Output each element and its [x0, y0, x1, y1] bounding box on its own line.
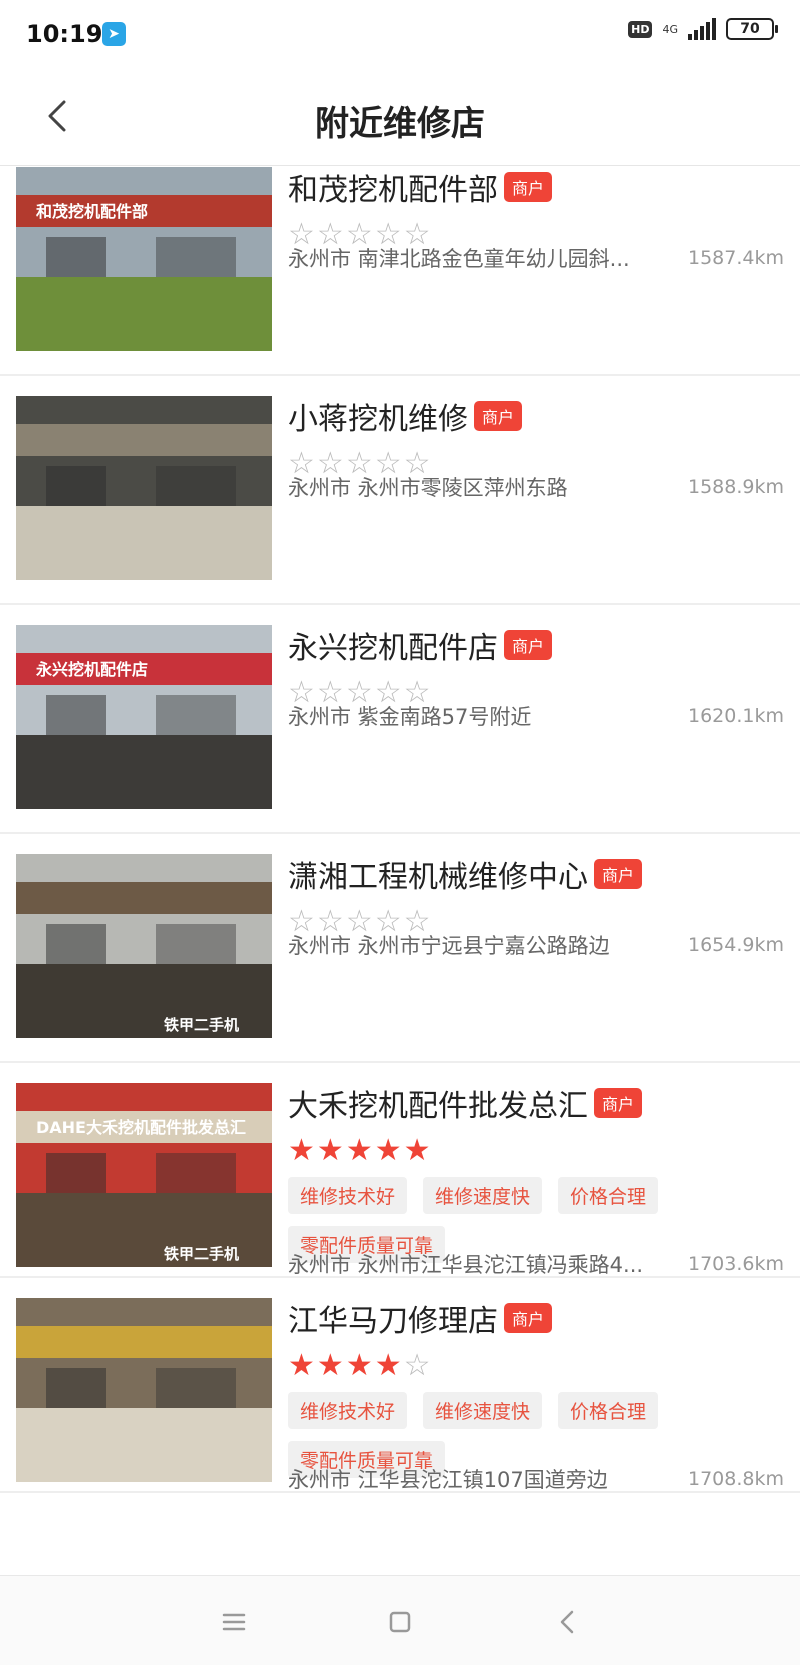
shop-distance: 1708.8km: [688, 1468, 784, 1490]
name-row: 小蒋挖机维修 商户: [288, 394, 784, 438]
status-bar: 10:19 ➤ HD 4G 70: [0, 0, 800, 70]
status-time: 10:19: [26, 20, 103, 48]
page-title: 附近维修店: [315, 104, 485, 144]
list-item[interactable]: 小蒋挖机维修 商户 ☆☆☆☆☆ 永州市 永州市零陵区萍州东路 1588.9km: [0, 376, 800, 605]
battery-icon: 70: [726, 18, 778, 40]
shop-name[interactable]: 小蒋挖机维修: [288, 394, 468, 438]
name-row: 和茂挖机配件部 商户: [288, 167, 784, 209]
shop-photo: 和茂挖机配件部: [16, 167, 272, 351]
system-nav-bar: [0, 1575, 800, 1665]
address-row: 永州市 南津北路金色童年幼儿园斜... 1587.4km: [288, 243, 784, 273]
shop-address: 永州市 江华县沱江镇107国道旁边: [288, 1468, 608, 1492]
name-row: 大禾挖机配件批发总汇 商户: [288, 1081, 784, 1125]
shop-address: 永州市 永州市江华县沱江镇冯乘路4...: [288, 1253, 644, 1277]
list-item[interactable]: 铁甲二手机 潇湘工程机械维修中心 商户 ☆☆☆☆☆ 永州市 永州市宁远县宁嘉公路…: [0, 834, 800, 1063]
merchant-badge: 商户: [594, 859, 643, 889]
list-item[interactable]: 江华马刀修理店 商户 ★★★★☆ 维修技术好 维修速度快 价格合理 零配件质量可靠 永…: [0, 1278, 800, 1493]
shop-photo: DAHE大禾挖机配件批发总汇 铁甲二手机: [16, 1083, 272, 1267]
menu-icon[interactable]: [214, 1602, 254, 1642]
status-right: HD 4G 70: [628, 18, 778, 40]
star-filled-icon: ★: [345, 1133, 375, 1168]
star-filled-icon: ★: [374, 1348, 404, 1383]
address-row: 永州市 永州市宁远县宁嘉公路路边 1654.9km: [288, 930, 784, 960]
shop-address: 永州市 永州市零陵区萍州东路: [288, 476, 568, 500]
telegram-icon: ➤: [102, 22, 126, 46]
shop-info: 永兴挖机配件店 商户 ☆☆☆☆☆ 永州市 紫金南路57号附近 1620.1km: [288, 623, 784, 729]
shop-distance: 1654.9km: [688, 934, 784, 956]
tag: 维修技术好: [288, 1177, 408, 1214]
shop-distance: 1703.6km: [688, 1253, 784, 1275]
hd-icon: HD: [628, 20, 653, 38]
rating-stars: ★★★★★: [288, 1133, 784, 1169]
shop-info: 江华马刀修理店 商户 ★★★★☆ 维修技术好 维修速度快 价格合理 零配件质量可靠 永…: [288, 1296, 784, 1492]
tag: 维修速度快: [423, 1177, 543, 1214]
watermark-text: 铁甲二手机: [164, 1016, 239, 1034]
shop-photo: 铁甲二手机: [16, 854, 272, 1038]
shop-photo: [16, 1298, 272, 1482]
shop-info: 和茂挖机配件部 商户 ☆☆☆☆☆ 永州市 南津北路金色童年幼儿园斜... 158…: [288, 167, 784, 271]
back-triangle-icon[interactable]: [548, 1602, 588, 1642]
shop-sign-text: DAHE大禾挖机配件批发总汇: [36, 1118, 246, 1137]
address-row: 永州市 紫金南路57号附近 1620.1km: [288, 701, 784, 731]
app-header: 附近维修店: [0, 70, 800, 166]
watermark-text: 铁甲二手机: [164, 1245, 239, 1263]
list-item[interactable]: 和茂挖机配件部 和茂挖机配件部 商户 ☆☆☆☆☆ 永州市 南津北路金色童年幼儿园…: [0, 167, 800, 376]
shop-info: 大禾挖机配件批发总汇 商户 ★★★★★ 维修技术好 维修速度快 价格合理 零配件质量可…: [288, 1081, 784, 1277]
shop-distance: 1620.1km: [688, 705, 784, 727]
rating-stars: ★★★★☆: [288, 1348, 784, 1384]
merchant-badge: 商户: [504, 1303, 553, 1333]
shop-distance: 1587.4km: [688, 247, 784, 269]
shop-address: 永州市 紫金南路57号附近: [288, 705, 532, 729]
name-row: 江华马刀修理店 商户: [288, 1296, 784, 1340]
star-filled-icon: ★: [316, 1133, 346, 1168]
star-filled-icon: ★: [288, 1133, 317, 1168]
star-filled-icon: ★: [345, 1348, 375, 1383]
shop-photo: 永兴挖机配件店: [16, 625, 272, 809]
shop-name[interactable]: 江华马刀修理店: [288, 1296, 498, 1340]
merchant-badge: 商户: [504, 172, 553, 202]
home-square-icon[interactable]: [380, 1602, 420, 1642]
signal-icon: [688, 18, 716, 40]
star-filled-icon: ★: [403, 1133, 433, 1168]
merchant-badge: 商户: [474, 401, 523, 431]
shop-name[interactable]: 永兴挖机配件店: [288, 623, 498, 667]
star-filled-icon: ★: [288, 1348, 317, 1383]
shop-photo: [16, 396, 272, 580]
address-row: 永州市 永州市江华县沱江镇冯乘路4... 1703.6km: [288, 1249, 784, 1279]
tag: 价格合理: [558, 1177, 659, 1214]
shop-name[interactable]: 潇湘工程机械维修中心: [288, 852, 588, 896]
star-filled-icon: ★: [374, 1133, 404, 1168]
network-label: 4G: [662, 22, 678, 36]
tag: 维修技术好: [288, 1392, 408, 1429]
list-item[interactable]: DAHE大禾挖机配件批发总汇 铁甲二手机 大禾挖机配件批发总汇 商户 ★★★★★…: [0, 1063, 800, 1278]
shop-distance: 1588.9km: [688, 476, 784, 498]
shop-info: 潇湘工程机械维修中心 商户 ☆☆☆☆☆ 永州市 永州市宁远县宁嘉公路路边 165…: [288, 852, 784, 958]
tag: 价格合理: [558, 1392, 659, 1429]
star-empty-icon: ☆: [403, 1348, 433, 1383]
merchant-badge: 商户: [504, 630, 553, 660]
list-item[interactable]: 永兴挖机配件店 永兴挖机配件店 商户 ☆☆☆☆☆ 永州市 紫金南路57号附近 1…: [0, 605, 800, 834]
tag: 维修速度快: [423, 1392, 543, 1429]
shop-sign-text: 永兴挖机配件店: [35, 660, 148, 679]
shop-sign-text: 和茂挖机配件部: [36, 202, 148, 221]
shop-address: 永州市 永州市宁远县宁嘉公路路边: [288, 934, 610, 958]
merchant-badge: 商户: [594, 1088, 643, 1118]
name-row: 永兴挖机配件店 商户: [288, 623, 784, 667]
star-filled-icon: ★: [316, 1348, 346, 1383]
shop-name[interactable]: 和茂挖机配件部: [288, 167, 498, 209]
shop-info: 小蒋挖机维修 商户 ☆☆☆☆☆ 永州市 永州市零陵区萍州东路 1588.9km: [288, 394, 784, 500]
name-row: 潇湘工程机械维修中心 商户: [288, 852, 784, 896]
shop-list[interactable]: 和茂挖机配件部 和茂挖机配件部 商户 ☆☆☆☆☆ 永州市 南津北路金色童年幼儿园…: [0, 167, 800, 1562]
address-row: 永州市 江华县沱江镇107国道旁边 1708.8km: [288, 1464, 784, 1494]
address-row: 永州市 永州市零陵区萍州东路 1588.9km: [288, 472, 784, 502]
shop-name[interactable]: 大禾挖机配件批发总汇: [288, 1081, 588, 1125]
shop-address: 永州市 南津北路金色童年幼儿园斜...: [288, 247, 630, 271]
